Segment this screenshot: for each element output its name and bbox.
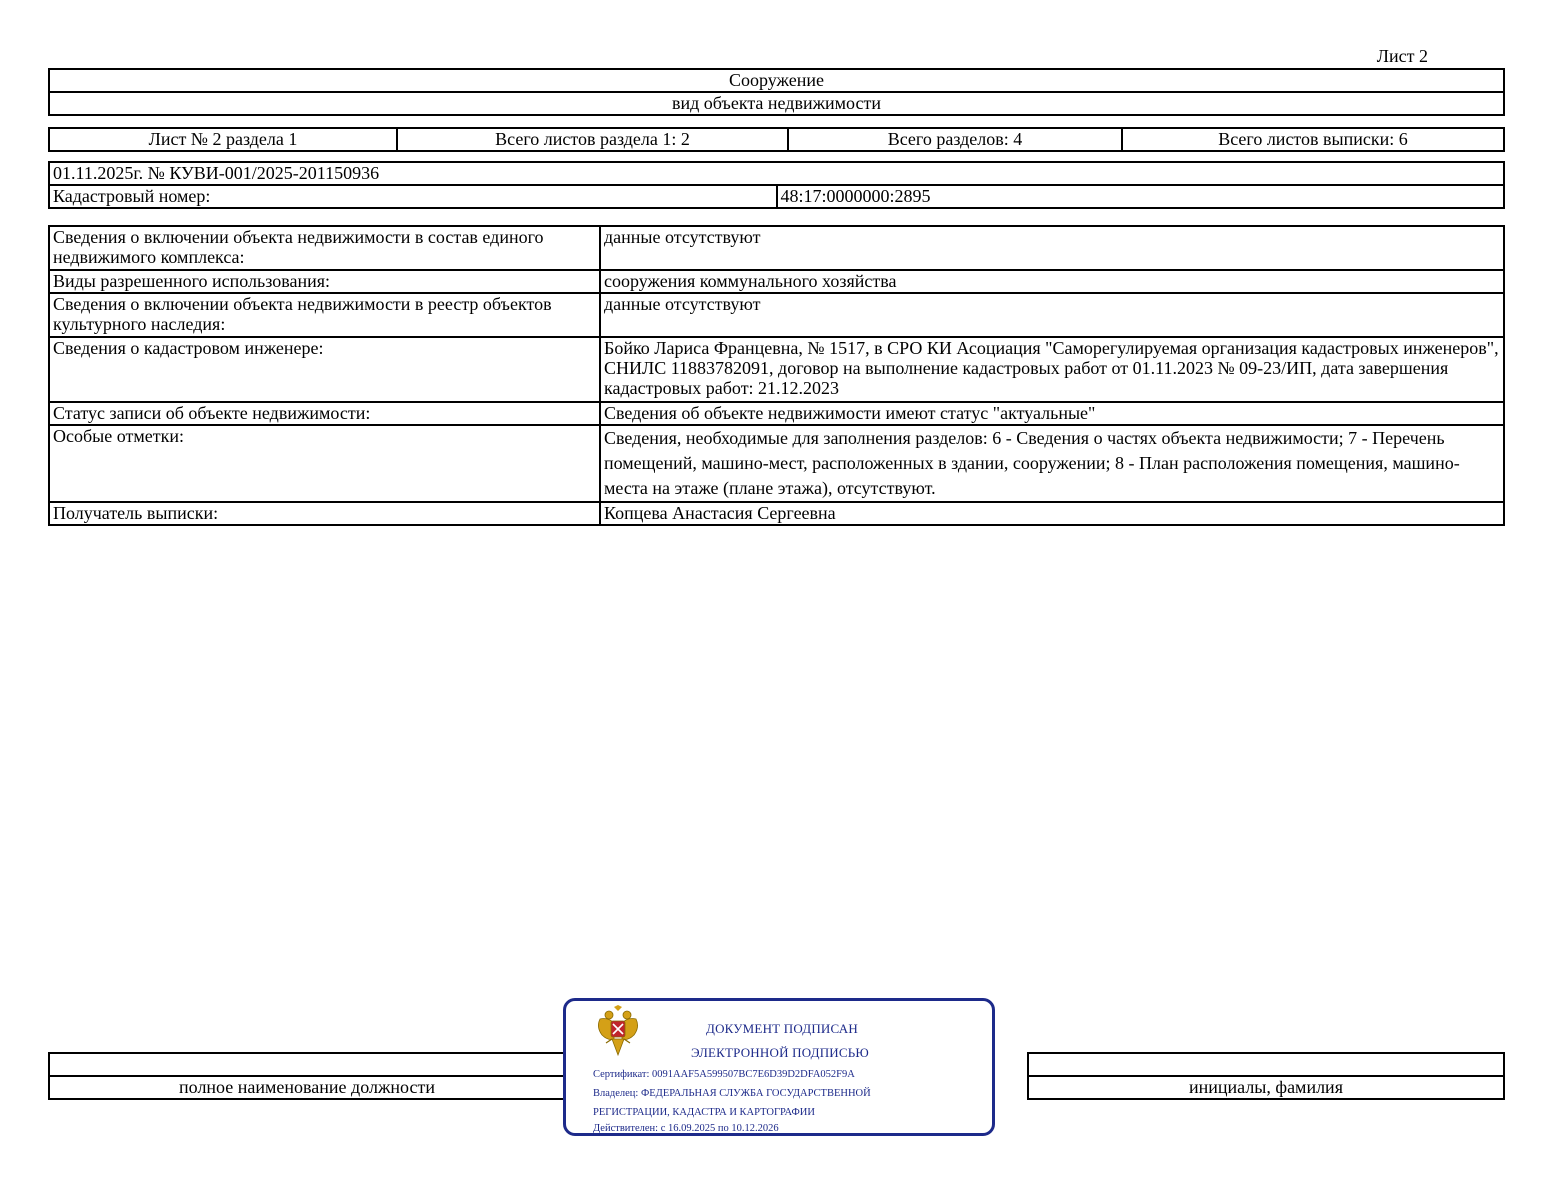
info-row-complex: Сведения о включении объекта недвижимост… (48, 225, 1505, 271)
status-label: Статус записи об объекте недвижимости: (48, 401, 601, 426)
stamp-validity: Действителен: с 16.09.2025 по 10.12.2026 (593, 1123, 779, 1134)
position-field (48, 1052, 566, 1077)
total-sheets-extract: Всего листов выписки: 6 (1121, 127, 1505, 152)
complex-value: данные отсутствуют (599, 225, 1505, 271)
object-type: Сооружение (48, 68, 1505, 93)
sheet-of-section: Лист № 2 раздела 1 (48, 127, 398, 152)
sheet-number: Лист 2 (1376, 46, 1428, 66)
cadastral-number-value: 48:17:0000000:2895 (775, 184, 1505, 209)
engineer-value: Бойко Лариса Францевна, № 1517, в СРО КИ… (599, 336, 1505, 403)
recipient-label: Получатель выписки: (48, 501, 601, 526)
electronic-signature-stamp: ДОКУМЕНТ ПОДПИСАН ЭЛЕКТРОННОЙ ПОДПИСЬЮ С… (563, 998, 995, 1136)
recipient-value: Копцева Анастасия Сергеевна (599, 501, 1505, 526)
object-type-caption: вид объекта недвижимости (48, 91, 1505, 116)
stamp-certificate: Сертификат: 0091AAF5A599507BC7E6D39D2DFA… (593, 1069, 855, 1080)
notes-label: Особые отметки: (48, 424, 601, 503)
usage-label: Виды разрешенного использования: (48, 269, 601, 294)
status-value: Сведения об объекте недвижимости имеют с… (599, 401, 1505, 426)
notes-value: Сведения, необходимые для заполнения раз… (599, 424, 1505, 503)
stamp-owner-line2: РЕГИСТРАЦИИ, КАДАСТРА И КАРТОГРАФИИ (593, 1107, 815, 1118)
cadastral-number-label: Кадастровый номер: (48, 184, 778, 209)
heritage-value: данные отсутствуют (599, 292, 1505, 338)
initials-field (1027, 1052, 1505, 1077)
usage-value: сооружения коммунального хозяйства (599, 269, 1505, 294)
stamp-title-line1: ДОКУМЕНТ ПОДПИСАН (706, 1021, 858, 1036)
info-row-status: Статус записи об объекте недвижимости: С… (48, 401, 1505, 426)
info-row-engineer: Сведения о кадастровом инженере: Бойко Л… (48, 336, 1505, 403)
extract-date-number: 01.11.2025г. № КУВИ-001/2025-201150936 (48, 161, 1505, 186)
complex-label: Сведения о включении объекта недвижимост… (48, 225, 601, 271)
engineer-label: Сведения о кадастровом инженере: (48, 336, 601, 403)
initials-caption: инициалы, фамилия (1027, 1075, 1505, 1100)
info-row-heritage: Сведения о включении объекта недвижимост… (48, 292, 1505, 338)
stamp-owner-line1: Владелец: ФЕДЕРАЛЬНАЯ СЛУЖБА ГОСУДАРСТВЕ… (593, 1088, 871, 1099)
position-caption: полное наименование должности (48, 1075, 566, 1100)
sheet-meta-table: Лист № 2 раздела 1 Всего листов раздела … (48, 127, 1505, 152)
info-row-usage: Виды разрешенного использования: сооруже… (48, 269, 1505, 294)
info-row-notes: Особые отметки: Сведения, необходимые дл… (48, 424, 1505, 503)
object-type-table: Сооружение вид объекта недвижимости (48, 68, 1505, 116)
object-info-table: Сведения о включении объекта недвижимост… (48, 225, 1505, 526)
total-sheets-section: Всего листов раздела 1: 2 (396, 127, 789, 152)
total-sections: Всего разделов: 4 (787, 127, 1123, 152)
identification-table: 01.11.2025г. № КУВИ-001/2025-201150936 К… (48, 161, 1505, 209)
heritage-label: Сведения о включении объекта недвижимост… (48, 292, 601, 338)
double-headed-eagle-emblem-icon (598, 1005, 638, 1057)
stamp-title-line2: ЭЛЕКТРОННОЙ ПОДПИСЬЮ (691, 1045, 869, 1060)
info-row-recipient: Получатель выписки: Копцева Анастасия Се… (48, 501, 1505, 526)
